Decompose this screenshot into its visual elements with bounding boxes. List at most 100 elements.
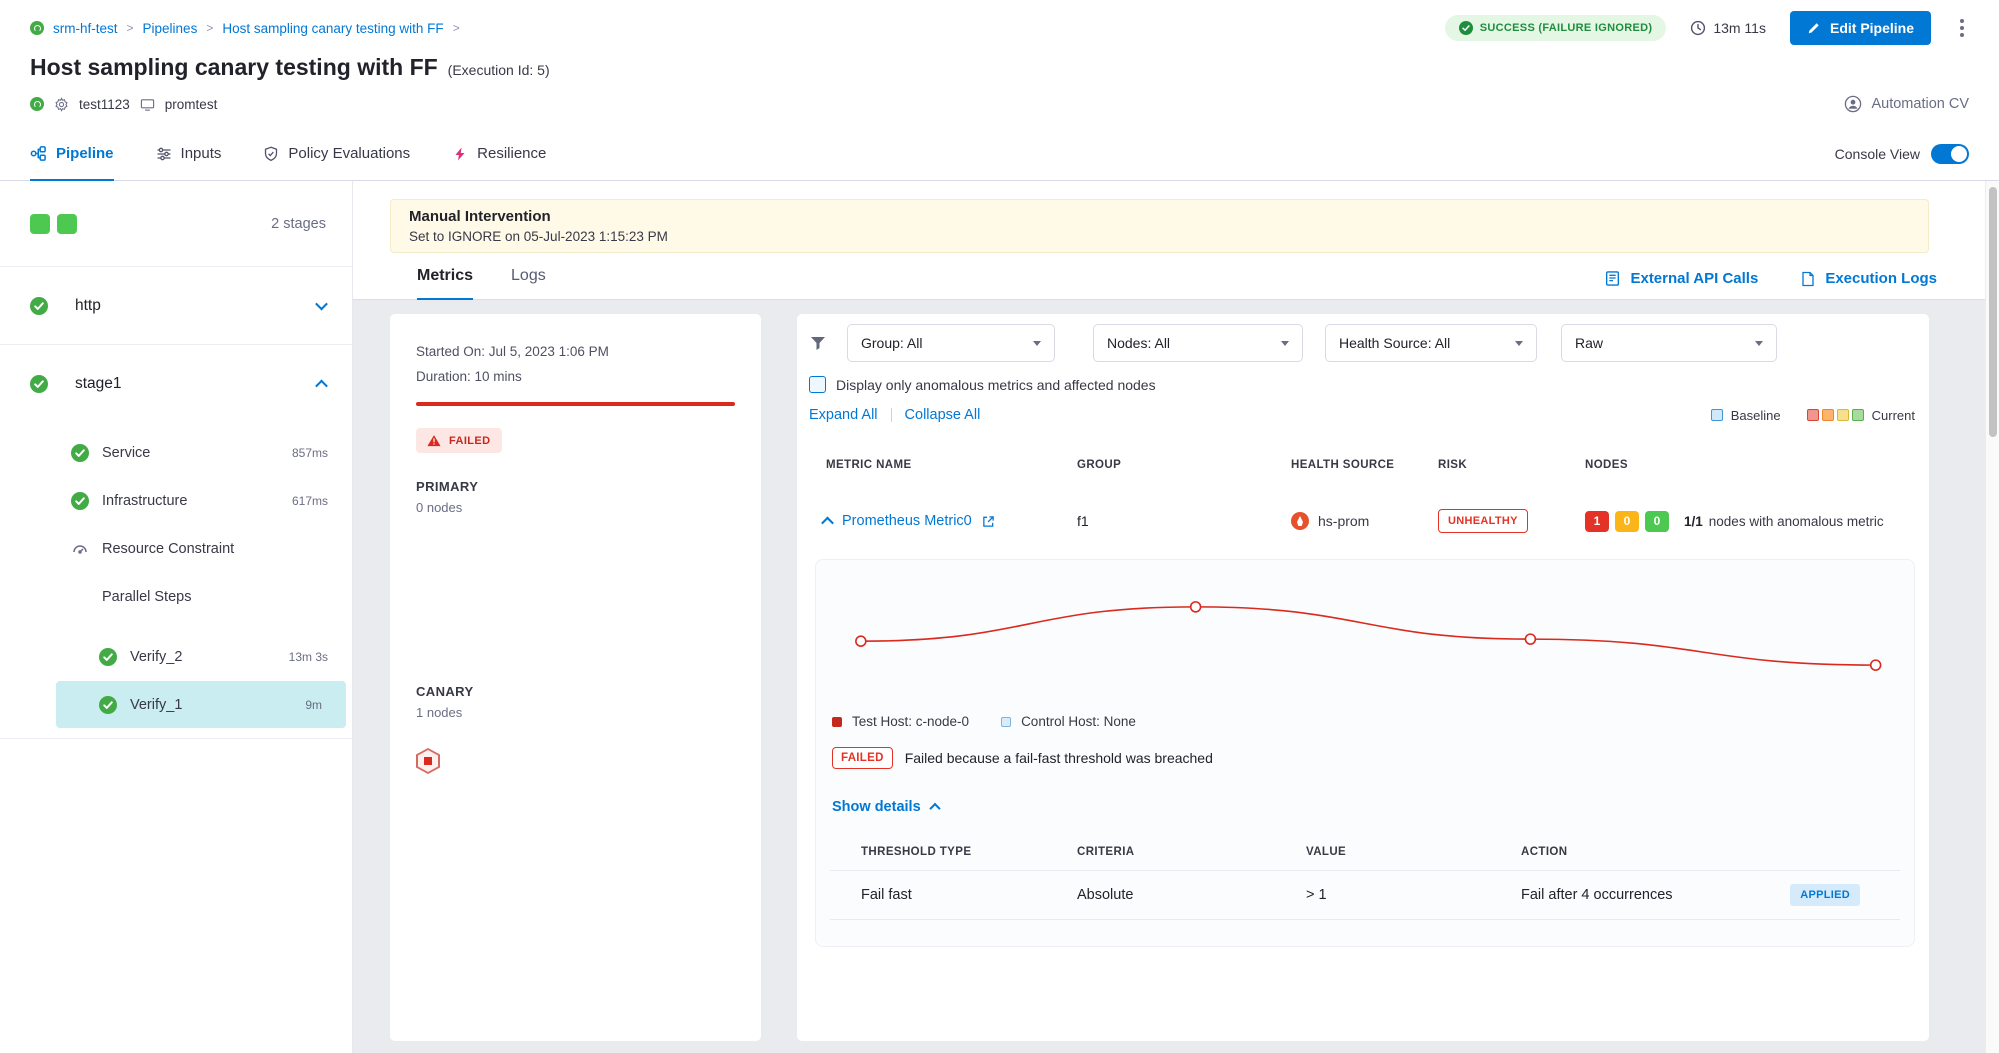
step-duration: 9m [305,698,322,712]
value-cell: > 1 [1306,887,1521,903]
step-item-service[interactable]: Service 857ms [0,429,352,477]
elapsed-time: 13m 11s [1690,20,1766,36]
group-filter-select[interactable]: Group: All [847,324,1055,362]
metric-row[interactable]: Prometheus Metric0 f1 hs-prom UNHEALTHY … [809,509,1915,533]
breadcrumb-pipeline-name[interactable]: Host sampling canary testing with FF [222,21,443,36]
current-swatches-icon [1807,409,1864,421]
resilience-icon [452,146,468,162]
anomalous-checkbox-label: Display only anomalous metrics and affec… [836,377,1156,393]
test-host-legend: Test Host: c-node-0 [852,714,969,729]
step-item-infrastructure[interactable]: Infrastructure 617ms [0,477,352,525]
health-source-icon [1291,512,1309,530]
triggered-by-label: Automation CV [1871,96,1969,112]
breadcrumb-project[interactable]: srm-hf-test [53,21,118,36]
project-icon [30,21,44,35]
service-name: test1123 [79,97,130,112]
check-circle-icon [99,696,117,714]
col-nodes: NODES [1585,459,1915,471]
external-api-calls-link[interactable]: External API Calls [1604,270,1758,287]
execution-sidebar: 2 stages http stage1 Service 857ms [0,181,353,1053]
breadcrumb-pipelines[interactable]: Pipelines [143,21,198,36]
tab-policy-evaluations-label: Policy Evaluations [288,145,410,162]
warning-node-count-badge: 0 [1615,511,1639,532]
failed-badge: FAILED [832,747,893,769]
stage-item-http[interactable]: http [0,267,352,345]
tab-pipeline[interactable]: Pipeline [30,127,114,180]
metrics-panel: Group: All Nodes: All Health Source: All… [797,314,1929,1041]
chevron-up-icon[interactable] [821,516,834,529]
console-view-toggle[interactable] [1931,144,1969,164]
expand-collapse-row: Expand All Collapse All Baseline Current [809,407,1915,423]
show-details-link[interactable]: Show details [832,799,939,815]
action-cell: Fail after 4 occurrences [1521,887,1673,903]
edit-pipeline-label: Edit Pipeline [1830,20,1914,36]
nodes-filter-select[interactable]: Nodes: All [1093,324,1303,362]
control-host-legend: Control Host: None [1021,714,1136,729]
threshold-table-row: Fail fast Absolute > 1 Fail after 4 occu… [830,870,1900,920]
health-source-filter-select[interactable]: Health Source: All [1325,324,1537,362]
data-mode-select[interactable]: Raw [1561,324,1777,362]
step-item-resource-constraint[interactable]: Resource Constraint [0,525,352,573]
chevron-up-icon[interactable] [315,379,328,392]
check-circle-icon [1459,21,1473,35]
collapse-all-link[interactable]: Collapse All [905,407,981,423]
banner-subtitle: Set to IGNORE on 05-Jul-2023 1:15:23 PM [409,229,1910,244]
more-options-button[interactable] [1955,14,1969,42]
page-title: Host sampling canary testing with FF [30,54,438,81]
test-host-swatch-icon [832,717,842,727]
col-criteria: CRITERIA [1077,846,1306,858]
funnel-icon [809,334,827,352]
canary-node-hexagon-icon[interactable] [416,748,440,774]
external-link-icon[interactable] [982,515,995,528]
tab-resilience[interactable]: Resilience [452,127,546,180]
chevron-down-icon [1515,341,1523,346]
chevron-down-icon[interactable] [315,298,328,311]
step-item-verify-1[interactable]: Verify_1 9m [56,681,346,728]
metric-name-link[interactable]: Prometheus Metric0 [842,513,972,529]
verification-progress-bar [416,402,735,406]
col-risk: RISK [1438,459,1585,471]
primary-node-group: PRIMARY 0 nodes [416,479,735,515]
tab-logs[interactable]: Logs [511,267,546,299]
pipeline-icon [30,145,47,162]
control-host-swatch-icon [1001,717,1011,727]
criteria-cell: Absolute [1077,887,1306,903]
chevron-up-icon [929,803,940,814]
anomalous-filter-row[interactable]: Display only anomalous metrics and affec… [809,376,1915,393]
step-item-verify-2[interactable]: Verify_2 13m 3s [0,633,352,681]
user-icon [1844,95,1862,113]
verification-status-badge: FAILED [416,428,502,453]
anomalous-checkbox[interactable] [809,376,826,393]
col-action: ACTION [1521,846,1900,858]
tab-metrics[interactable]: Metrics [417,267,473,299]
step-duration: 857ms [292,446,328,460]
applied-badge: APPLIED [1790,884,1860,906]
execution-header: srm-hf-test > Pipelines > Host sampling … [0,0,1999,115]
baseline-legend-label: Baseline [1731,408,1781,423]
tab-policy-evaluations[interactable]: Policy Evaluations [263,127,410,180]
edit-pipeline-button[interactable]: Edit Pipeline [1790,11,1931,45]
app-root: srm-hf-test > Pipelines > Host sampling … [0,0,1999,1053]
verification-status-label: FAILED [449,435,491,447]
step-duration: 13m 3s [289,650,328,664]
healthy-node-count-badge: 0 [1645,511,1669,532]
tab-inputs-label: Inputs [181,145,222,162]
failure-message: Failed because a fail-fast threshold was… [905,750,1213,766]
expand-all-link[interactable]: Expand All [809,407,878,423]
tab-inputs[interactable]: Inputs [156,127,222,180]
step-duration: 617ms [292,494,328,508]
step-item-parallel-steps[interactable]: Parallel Steps [0,573,352,621]
warning-triangle-icon [427,434,441,447]
scrollbar-thumb[interactable] [1989,187,1997,437]
col-health-source: HEALTH SOURCE [1291,459,1438,471]
check-circle-icon [71,492,89,510]
page-scrollbar[interactable] [1985,181,1999,1053]
console-view-label: Console View [1835,146,1920,162]
chart-legend: Baseline Current [1711,408,1915,423]
gear-icon [54,97,69,112]
stage-item-stage1[interactable]: stage1 [0,345,352,423]
status-badge: SUCCESS (FAILURE IGNORED) [1445,15,1667,41]
execution-logs-link[interactable]: Execution Logs [1800,270,1937,287]
clock-icon [1690,20,1706,36]
threshold-table-header: THRESHOLD TYPE CRITERIA VALUE ACTION [830,816,1900,870]
